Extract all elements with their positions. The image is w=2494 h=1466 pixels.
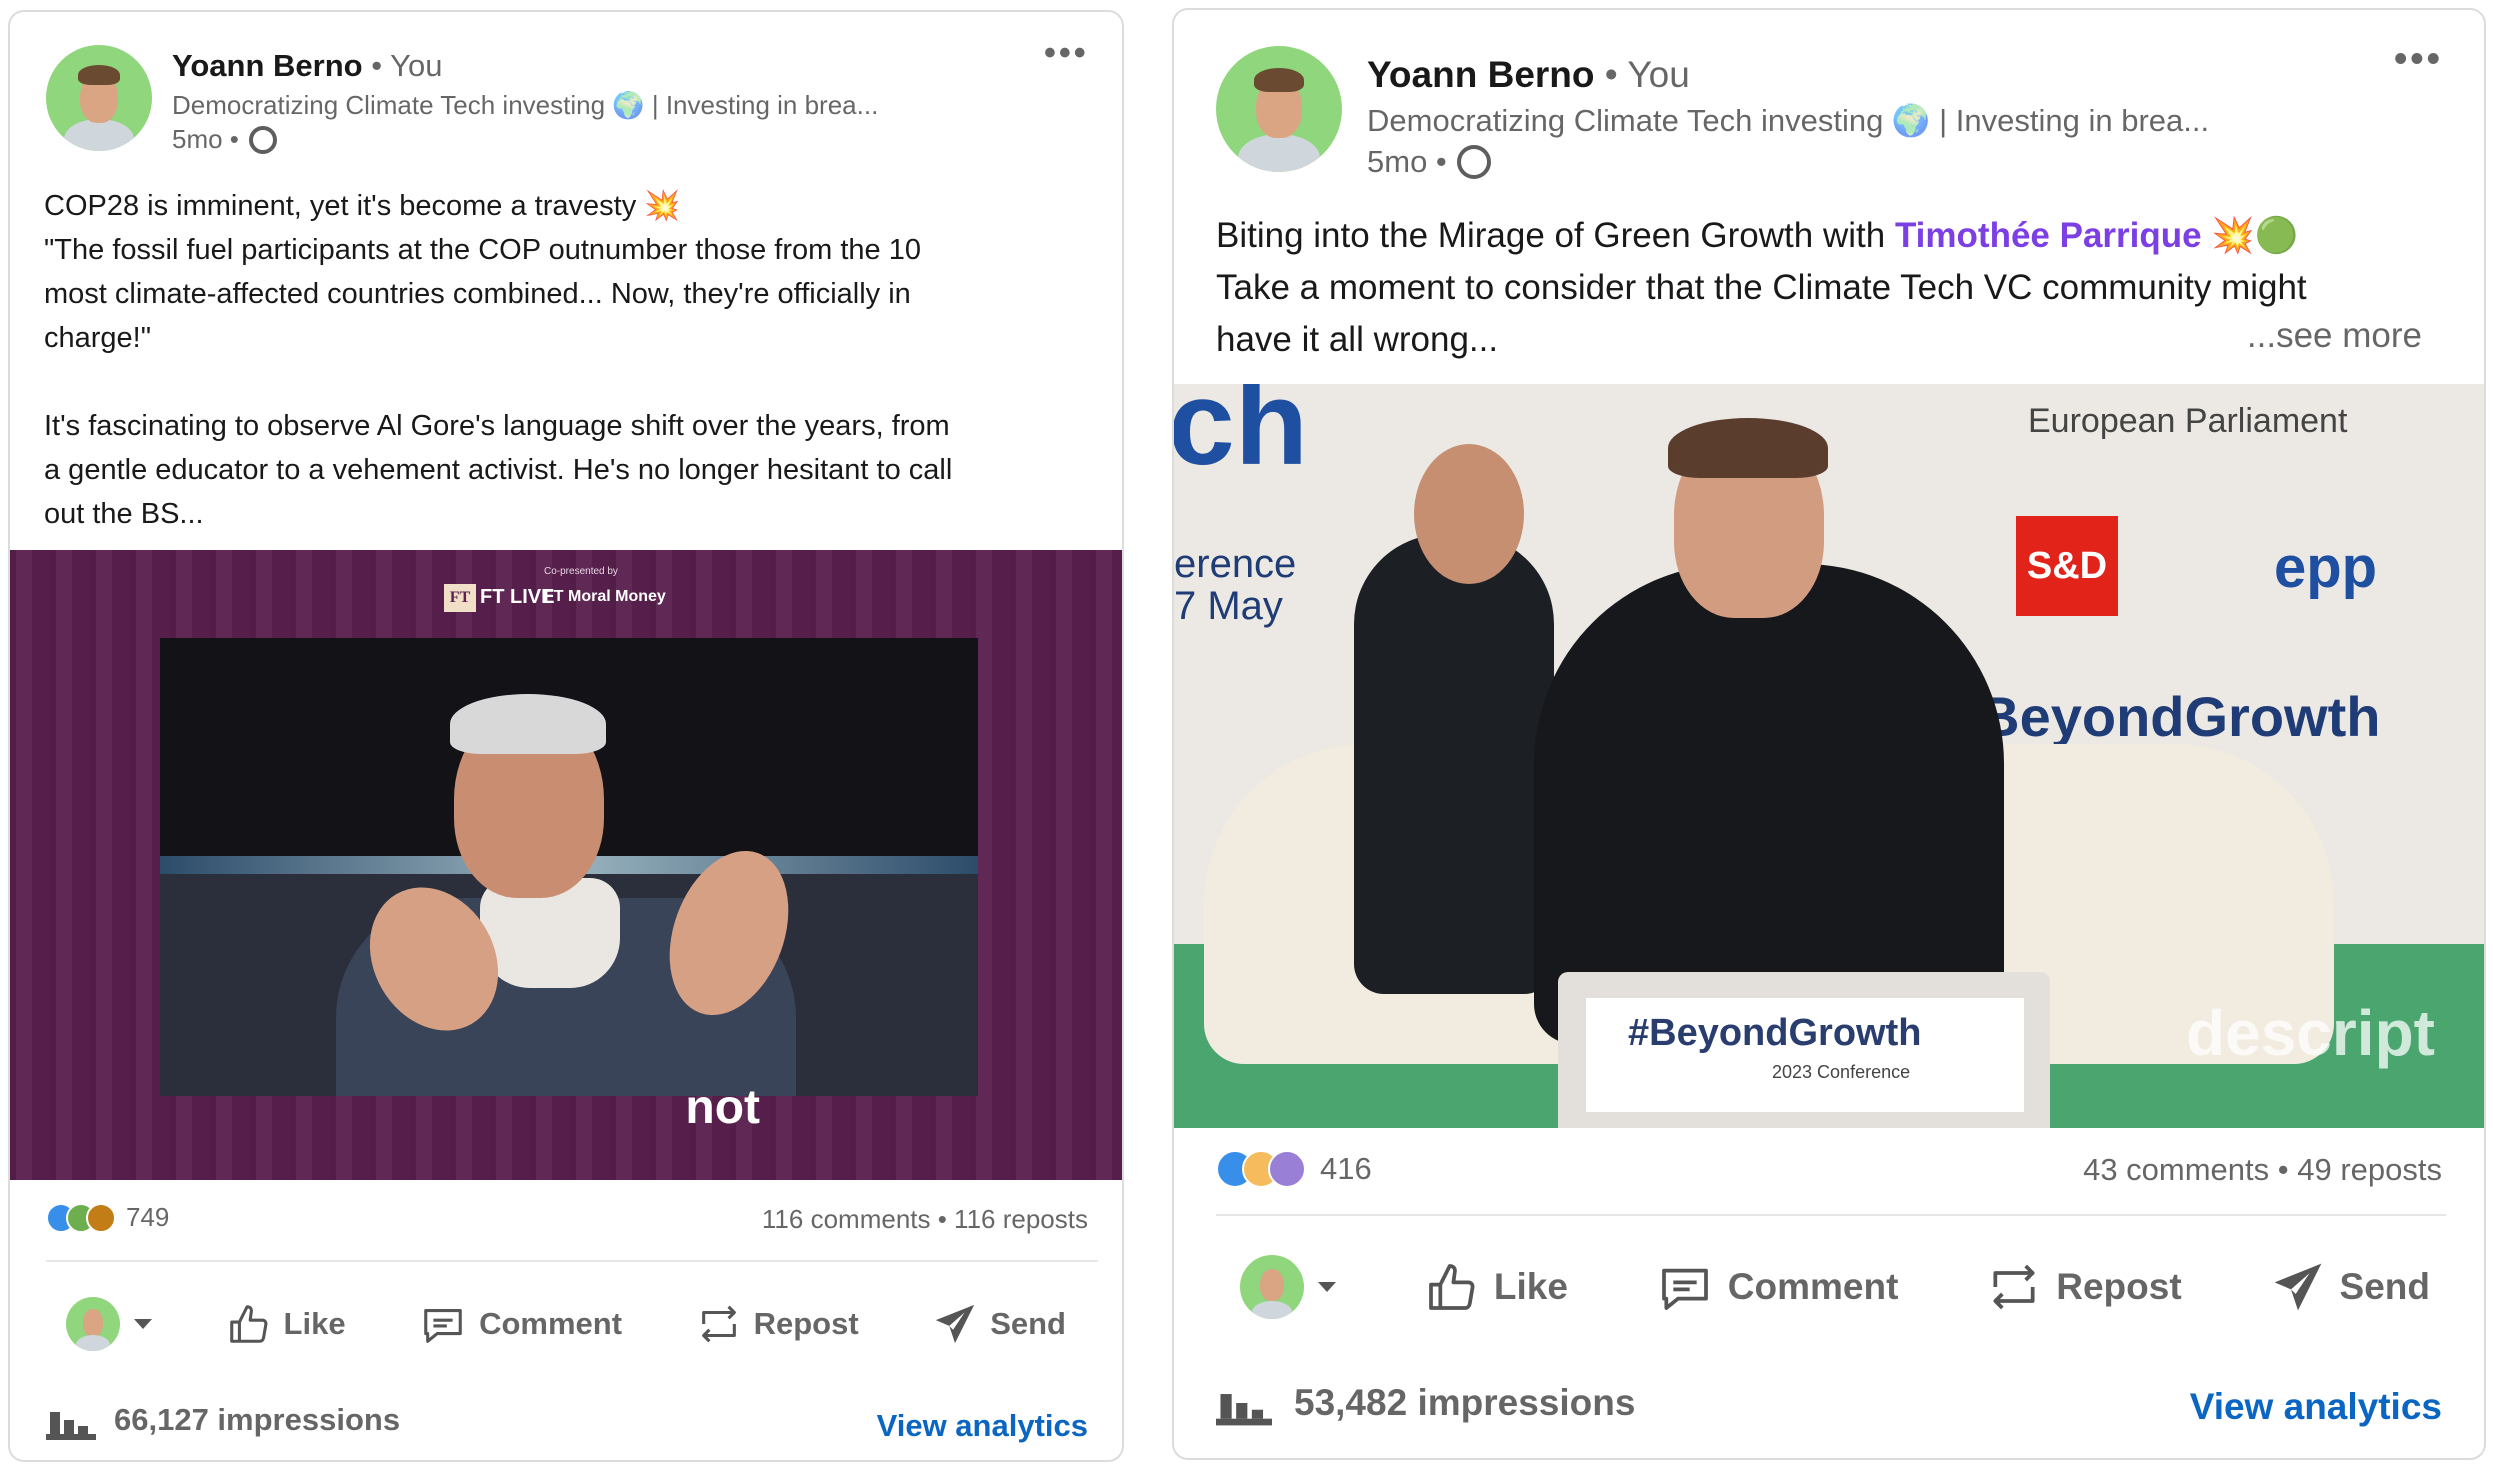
comment-button[interactable]: Comment [419, 1301, 622, 1347]
woman-figure [1354, 534, 1554, 994]
copresented-label: Co-presented by [544, 566, 618, 577]
podium-conference: 2023 Conference [1772, 1062, 1911, 1082]
banner-ch: ch [1174, 384, 1309, 490]
action-bar: Like Comment Repost Send [1240, 1250, 2430, 1324]
banner-parliament: European Parliament [2028, 402, 2348, 440]
divider [46, 1260, 1098, 1262]
thumbs-up-icon [229, 1305, 267, 1343]
author-avatar[interactable] [46, 45, 152, 151]
post-card-1: Yoann Berno • You Democratizing Climate … [8, 10, 1124, 1462]
banner-epp: epp [2274, 535, 2378, 600]
repost-button[interactable]: Repost [696, 1301, 859, 1347]
author-name[interactable]: Yoann Berno • You [172, 48, 442, 84]
video-player[interactable]: FT FT LIVE Co-presented by FT Moral Mone… [10, 550, 1122, 1180]
you-label: • You [371, 48, 443, 83]
video-player[interactable]: ch erence 7 May European Parliament S&D … [1174, 384, 2484, 1128]
author-name[interactable]: Yoann Berno • You [1367, 54, 1690, 96]
divider [1216, 1214, 2446, 1216]
action-bar: Like Comment Repost Send [66, 1292, 1066, 1356]
chevron-down-icon [1318, 1282, 1336, 1292]
see-more-button[interactable]: ...see more [2247, 316, 2422, 356]
moral-money-label: FT Moral Money [544, 588, 666, 605]
repost-icon [701, 1305, 736, 1343]
like-button[interactable]: Like [226, 1301, 346, 1347]
repost-icon [1993, 1264, 2035, 1310]
bar-chart-icon [46, 1412, 96, 1440]
comments-reposts-count[interactable]: 116 comments • 116 reposts [762, 1204, 1088, 1235]
descript-watermark: descript [2186, 997, 2435, 1069]
banner-sd: S&D [2016, 516, 2118, 616]
comments-reposts-count[interactable]: 43 comments • 49 reposts [2083, 1152, 2442, 1188]
comment-icon [1661, 1268, 1708, 1310]
repost-button[interactable]: Repost [1986, 1259, 2182, 1315]
comment-button[interactable]: Comment [1656, 1259, 1898, 1315]
author-avatar[interactable] [1216, 46, 1342, 172]
view-analytics-link[interactable]: View analytics [877, 1408, 1088, 1444]
author-headline: Democratizing Climate Tech investing 🌍 |… [172, 90, 879, 120]
speaker-hair [1668, 418, 1828, 478]
podium-hashtag: #BeyondGrowth [1628, 1012, 1922, 1054]
ft-logo: FT [444, 584, 476, 612]
actor-avatar [1240, 1255, 1304, 1319]
chevron-down-icon [134, 1319, 152, 1329]
woman-head [1414, 444, 1524, 584]
send-icon [2274, 1263, 2321, 1311]
banner-may: 7 May [1174, 584, 1283, 628]
globe-icon [1456, 145, 1491, 179]
reactor-selector[interactable] [66, 1297, 152, 1351]
view-analytics-link[interactable]: View analytics [2190, 1386, 2442, 1428]
video-caption: not [685, 1081, 760, 1134]
reactions-count: 416 [1320, 1151, 1372, 1186]
thumbs-up-icon [1428, 1264, 1475, 1310]
post-card-2: Yoann Berno • You Democratizing Climate … [1172, 8, 2486, 1460]
more-options-icon[interactable]: ••• [2394, 38, 2443, 81]
you-label: • You [1604, 54, 1690, 95]
banner-erence: erence [1174, 542, 1297, 586]
bar-chart-icon [1216, 1394, 1272, 1426]
reactions-summary[interactable]: 416 [1216, 1150, 1372, 1188]
reactions-summary[interactable]: 749 [46, 1202, 169, 1233]
send-icon [936, 1304, 975, 1344]
reactor-selector[interactable] [1240, 1255, 1336, 1319]
comment-icon [424, 1309, 462, 1343]
speaker-hair [450, 694, 606, 754]
reactions-count: 749 [126, 1202, 170, 1232]
globe-icon [248, 125, 277, 154]
send-button[interactable]: Send [932, 1301, 1066, 1347]
like-button[interactable]: Like [1424, 1259, 1568, 1315]
post-text: COP28 is imminent, yet it's become a tra… [44, 190, 953, 530]
support-reaction-icon [86, 1202, 116, 1233]
podium-sign: #BeyondGrowth 2023 Conference [1586, 998, 2024, 1112]
impressions: 53,482 impressions [1216, 1380, 1635, 1426]
banner-hashtag: #BeyondGrowth [1948, 685, 2381, 748]
curious-reaction-icon [1268, 1150, 1306, 1188]
post-time: 5mo • [1367, 144, 1491, 180]
post-time: 5mo • [172, 124, 277, 155]
actor-avatar [66, 1297, 120, 1351]
author-headline: Democratizing Climate Tech investing 🌍 |… [1367, 103, 2210, 138]
speaker-frame [160, 638, 978, 1096]
mention-link[interactable]: Timothée Parrique [1895, 216, 2202, 255]
send-button[interactable]: Send [2270, 1259, 2430, 1315]
more-options-icon[interactable]: ••• [1044, 34, 1089, 73]
impressions: 66,127 impressions [46, 1400, 400, 1440]
